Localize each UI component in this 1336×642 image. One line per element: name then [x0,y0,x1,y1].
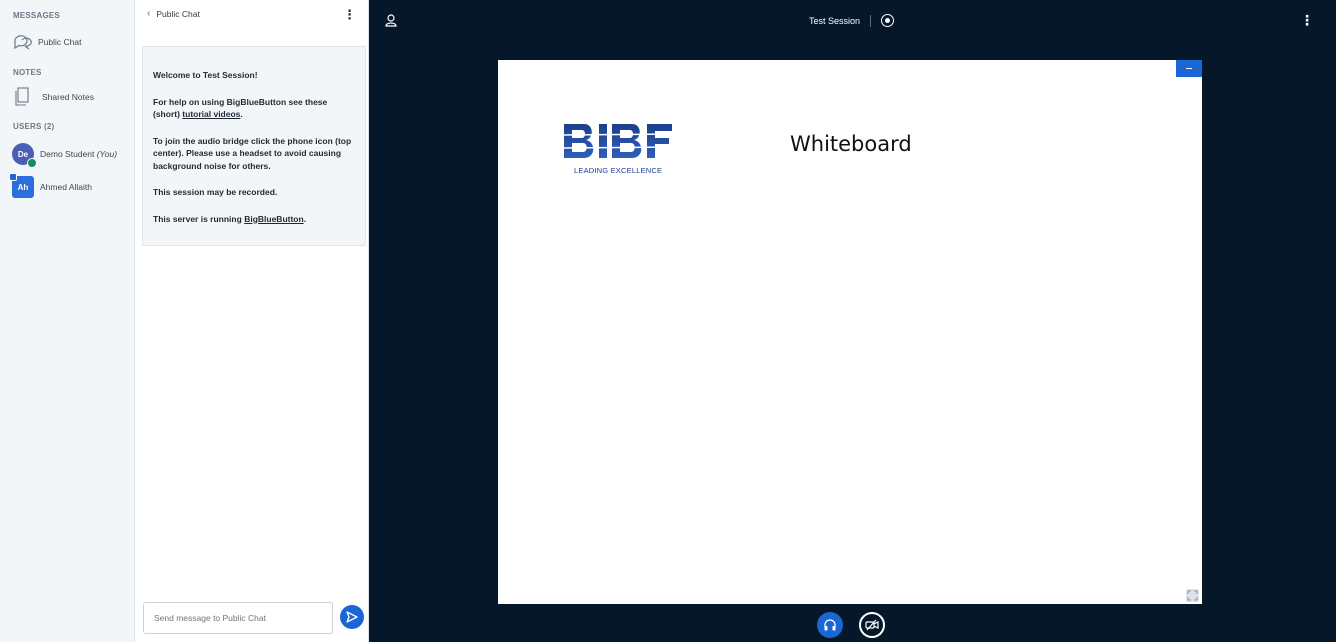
user-list-toggle[interactable] [385,14,397,32]
notes-icon [12,87,32,107]
divider [870,14,872,27]
send-icon [346,611,358,623]
chat-back-button[interactable]: ‹ Public Chat [147,8,200,19]
chevron-left-icon: ‹ [147,8,151,19]
chat-bubbles-icon [12,32,32,52]
audio-status-icon [27,158,37,168]
fullscreen-button[interactable] [1186,589,1199,602]
presentation-area: Test Session ⋮ LEADING EXCELLENCE Whiteb… [369,0,1336,642]
session-header: Test Session [809,14,895,27]
audio-instructions: To join the audio bridge click the phone… [153,135,352,171]
avatar: De [12,143,37,168]
tutorial-videos-link[interactable]: tutorial videos [182,109,240,119]
server-info: This server is running BigBlueButton. [153,213,355,226]
server-info-end: . [303,213,307,224]
welcome-heading: Welcome to Test Session! [153,70,258,80]
record-icon [885,18,891,23]
audio-button[interactable] [817,612,843,638]
public-chat-label: Public Chat [38,37,82,47]
video-button[interactable] [859,612,885,638]
options-menu-icon[interactable]: ⋮ [1300,12,1314,29]
user-list-item[interactable]: Ah Ahmed Allaith [9,173,92,200]
chat-panel: ‹ Public Chat ⋮ Welcome to Test Session!… [135,0,369,642]
chat-options-icon[interactable]: ⋮ [343,7,356,23]
video-off-icon [865,619,879,631]
user-name-text: Demo Student [40,149,95,159]
chat-title: Public Chat [156,8,200,19]
action-bar [817,612,885,638]
send-button[interactable] [340,605,364,629]
logo-tagline: LEADING EXCELLENCE [574,166,663,175]
chat-message-input[interactable] [143,602,333,634]
avatar-initials: Ah [17,182,29,192]
notes-section-title: NOTES [13,68,42,77]
user-icon [385,14,397,27]
user-list-item[interactable]: De Demo Student (You) [12,141,117,168]
help-text: For help on using BigBlueButton see thes… [153,96,355,121]
record-button[interactable] [881,14,895,27]
headphones-icon [824,619,836,631]
help-text-end: . [240,109,243,119]
bibf-logo-mark [561,124,675,158]
user-list-panel: MESSAGES Public Chat NOTES Shared Notes … [0,0,135,642]
user-you-tag: (You) [96,149,118,159]
user-name: Ahmed Allaith [40,182,92,192]
avatar-initials: De [17,149,29,159]
minimize-presentation-button[interactable] [1176,60,1202,77]
presenter-icon [9,173,17,181]
server-info-text: This server is running [153,213,242,224]
recorded-notice: This session may be recorded. [153,187,278,197]
whiteboard-slide[interactable]: LEADING EXCELLENCE Whiteboard [498,60,1202,604]
avatar: Ah [9,173,34,198]
fullscreen-icon [1187,590,1198,601]
bibf-logo: LEADING EXCELLENCE [561,122,675,175]
shared-notes-label: Shared Notes [42,92,94,102]
welcome-message: Welcome to Test Session! For help on usi… [142,46,366,246]
session-title: Test Session [809,15,861,26]
sidebar-item-public-chat[interactable]: Public Chat [12,29,81,55]
minus-icon [1186,67,1192,70]
messages-section-title: MESSAGES [13,11,60,20]
bigbluebutton-link[interactable]: BigBlueButton [244,214,304,224]
user-name: Demo Student (You) [40,149,117,159]
sidebar-item-shared-notes[interactable]: Shared Notes [12,84,94,110]
users-section-title: USERS (2) [13,122,55,131]
slide-title: Whiteboard [790,132,912,156]
